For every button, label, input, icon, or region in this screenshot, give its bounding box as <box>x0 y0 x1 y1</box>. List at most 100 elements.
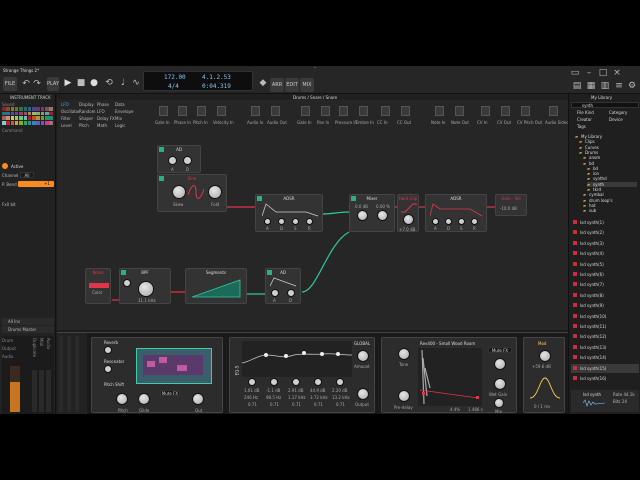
module-sine[interactable]: Sine Skew Fold <box>157 174 227 212</box>
color-swatch[interactable] <box>6 116 10 120</box>
color-swatch[interactable] <box>6 107 10 111</box>
track-color-grid[interactable] <box>2 107 54 127</box>
impulse-response-display[interactable] <box>418 348 482 406</box>
result-item[interactable]: lsd synth(5) <box>571 260 639 269</box>
color-swatch[interactable] <box>49 120 53 125</box>
tree-item[interactable]: ▰ Clips <box>579 139 637 144</box>
active-toggle[interactable] <box>2 163 8 169</box>
module-bpf[interactable]: BPF 11.1 kHz <box>119 268 171 304</box>
eq-gain-knob[interactable] <box>336 378 344 386</box>
color-swatch[interactable] <box>6 120 10 125</box>
color-swatch[interactable] <box>14 107 19 111</box>
tree-item[interactable]: ▰ anom <box>583 155 637 160</box>
browser-icon[interactable]: ▦ <box>586 81 596 91</box>
undo-icon[interactable]: ↶ <box>21 79 31 89</box>
color-swatch[interactable] <box>23 107 28 111</box>
gain-value[interactable]: -10.0 dB <box>500 206 517 211</box>
tempo-value[interactable]: 172.00 <box>164 74 186 81</box>
resonator-knob[interactable] <box>104 365 112 373</box>
color-swatch[interactable] <box>27 116 32 120</box>
color-swatch[interactable] <box>40 120 45 125</box>
tree-item[interactable]: ▰ synthd <box>587 176 637 181</box>
decay-knob[interactable] <box>445 218 452 225</box>
filter-item[interactable]: Category <box>609 110 627 115</box>
color-swatch[interactable] <box>45 116 49 120</box>
input-port[interactable] <box>351 196 356 201</box>
result-item[interactable]: lsd synth(4) <box>571 249 639 258</box>
color-swatch[interactable] <box>36 116 40 120</box>
color-swatch[interactable] <box>49 111 53 116</box>
filter-item[interactable]: Device <box>609 117 623 122</box>
tree-item[interactable]: ▰ hat <box>583 203 637 208</box>
color-swatch[interactable] <box>2 120 6 125</box>
tree-item[interactable]: ▰ bd <box>587 166 637 171</box>
gate-input-port[interactable] <box>159 147 164 152</box>
time-signature[interactable]: 4/4 <box>168 83 179 90</box>
color-swatch[interactable] <box>36 120 40 125</box>
result-item[interactable]: lsd synth(12) <box>571 332 639 341</box>
result-item[interactable]: lsd synth(14) <box>571 353 639 362</box>
file-menu-button[interactable]: FILE <box>3 77 17 91</box>
skew-knob[interactable] <box>172 185 186 199</box>
mod-knob[interactable] <box>539 350 551 362</box>
color-swatch[interactable] <box>19 120 23 125</box>
panel-toggle-icon[interactable]: ▤ <box>572 81 582 91</box>
color-swatch[interactable] <box>23 116 28 120</box>
eq-gain-knob[interactable] <box>248 378 256 386</box>
out-knob[interactable] <box>192 393 204 405</box>
result-item[interactable]: lsd synth(6) <box>571 270 639 279</box>
tree-item[interactable]: ▰ synth <box>587 181 637 187</box>
metronome-icon[interactable]: ♩ <box>118 78 128 88</box>
mode-mix-button[interactable]: MIX <box>300 78 314 92</box>
module-segments[interactable]: Segments <box>185 268 247 304</box>
glide-knob[interactable] <box>138 393 150 405</box>
search-input[interactable]: synth <box>571 102 639 108</box>
maximize-icon[interactable]: □ <box>598 68 608 78</box>
redo-icon[interactable]: ↷ <box>32 79 42 89</box>
module-hard-clip[interactable]: Hard Clip +7.0 dB <box>397 194 419 232</box>
device-mod[interactable]: Mod +59.6 dB 0 / 1 ms <box>523 337 565 413</box>
pitch-input-port[interactable] <box>159 176 164 181</box>
color-swatch[interactable] <box>27 111 32 116</box>
color-swatch[interactable] <box>40 116 45 120</box>
automation-icon[interactable]: ∿ <box>131 78 141 88</box>
resonance-knob[interactable] <box>123 279 131 287</box>
master-row[interactable]: Drums Master <box>2 326 54 333</box>
record-icon[interactable]: ● <box>89 78 99 88</box>
color-swatch[interactable] <box>14 120 19 125</box>
color-swatch[interactable] <box>27 107 32 111</box>
tree-item[interactable]: ▰ Drums <box>579 150 637 155</box>
mode-edit-button[interactable]: EDIT <box>285 78 299 92</box>
tree-item[interactable]: ▰ sub <box>583 208 637 213</box>
result-item[interactable]: lsd synth(8) <box>571 291 639 300</box>
mute-fx-button[interactable]: Mute FX <box>160 390 180 396</box>
filter-item[interactable]: Tags <box>577 124 586 129</box>
mode-arrange-button[interactable]: ARR <box>270 78 284 92</box>
color-swatch[interactable] <box>23 111 28 116</box>
module-noise[interactable]: Noise Color <box>85 268 111 304</box>
release-knob[interactable] <box>471 218 478 225</box>
result-item[interactable]: lsd synth(3) <box>571 239 639 248</box>
color-swatch[interactable] <box>27 120 32 125</box>
module-adsr-2[interactable]: ADSR A D S R <box>425 194 487 232</box>
filter-item[interactable]: File Kind <box>577 110 594 115</box>
predelay-knob[interactable] <box>398 390 410 402</box>
module-gain[interactable]: Gain - Vol -10.0 dB <box>495 194 527 216</box>
filter-item[interactable]: Creator <box>577 117 592 122</box>
decay-knob[interactable] <box>287 289 295 297</box>
tone-knob[interactable] <box>398 348 410 360</box>
color-swatch[interactable] <box>36 111 40 116</box>
gate-input-port[interactable] <box>257 196 262 201</box>
color-swatch[interactable] <box>23 120 28 125</box>
mix-knob-2[interactable] <box>377 210 388 221</box>
tree-item[interactable]: ▰ drum loop's <box>583 198 637 203</box>
play-icon[interactable]: ▶ <box>63 78 73 88</box>
gate-input-port[interactable] <box>267 270 272 275</box>
project-tab[interactable]: Strange Things 2* <box>3 68 39 73</box>
window-icon[interactable]: ▭ <box>570 68 580 78</box>
color-swatch[interactable] <box>32 120 36 125</box>
color-swatch[interactable] <box>45 111 49 116</box>
color-swatch[interactable] <box>19 116 23 120</box>
minimize-icon[interactable]: – <box>584 68 594 78</box>
color-swatch[interactable] <box>19 107 23 111</box>
